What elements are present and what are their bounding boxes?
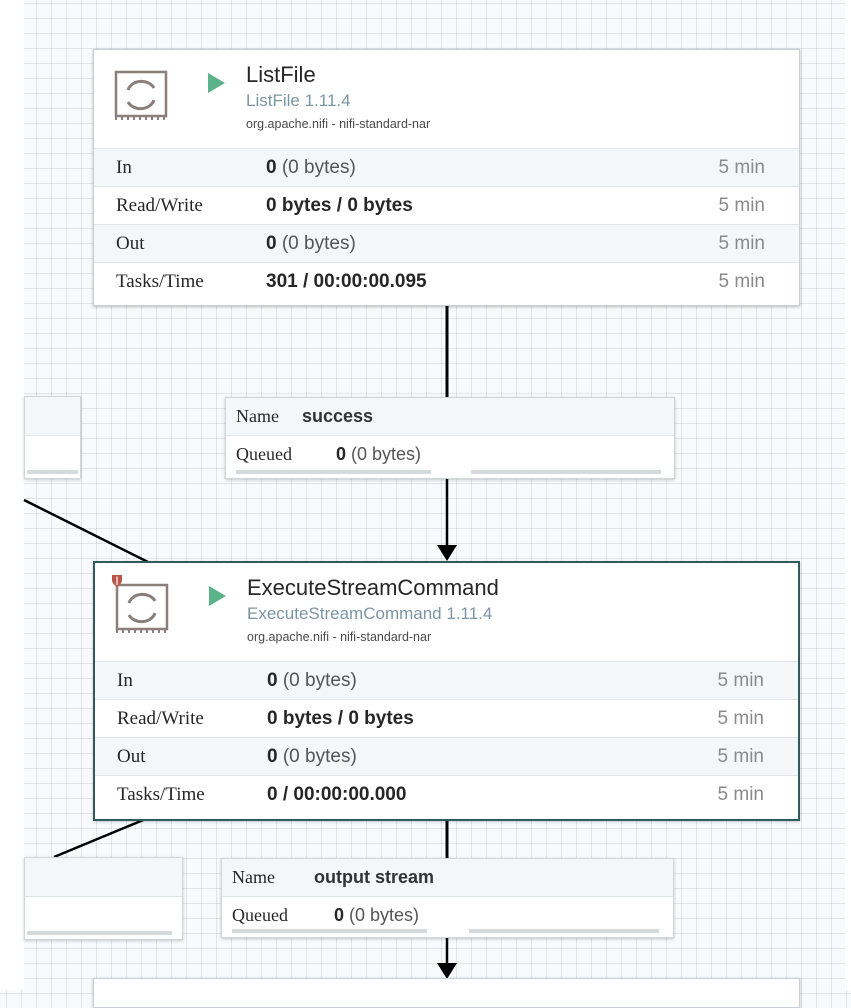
processor-type: ExecuteStreamCommand 1.11.4 bbox=[247, 604, 493, 623]
queue-progress-right bbox=[471, 470, 661, 474]
stat-row-tasks-time: Tasks/Time 0 / 00:00:00.000 5 min bbox=[95, 775, 798, 813]
stat-window: 5 min bbox=[718, 195, 765, 216]
stat-label: In bbox=[117, 670, 133, 691]
stat-value: 0 (0 bytes) bbox=[266, 157, 356, 178]
connection-queued-row: Queued 0 (0 bytes) bbox=[226, 436, 674, 473]
stat-value: 0 bytes / 0 bytes bbox=[267, 708, 414, 729]
stat-row-read-write: Read/Write 0 bytes / 0 bytes 5 min bbox=[94, 186, 799, 224]
stat-row-out: Out 0 (0 bytes) 5 min bbox=[94, 224, 799, 262]
connection-label-output-stream[interactable]: Name output stream Queued 0 (0 bytes) bbox=[221, 858, 674, 938]
processor-name: ListFile bbox=[246, 62, 316, 87]
offscreen-connection-label-upper[interactable] bbox=[24, 396, 81, 479]
stat-label: Tasks/Time bbox=[117, 784, 205, 805]
offscreen-connection-label-lower[interactable] bbox=[24, 857, 183, 940]
queue-progress-left bbox=[232, 929, 427, 933]
connection-name: success bbox=[302, 406, 374, 426]
stat-label: Out bbox=[116, 233, 145, 254]
connection-label-success[interactable]: Name success Queued 0 (0 bytes) bbox=[225, 397, 675, 479]
stat-label: Read/Write bbox=[116, 195, 203, 216]
connection-name-row: Name success bbox=[226, 398, 674, 436]
stat-window: 5 min bbox=[718, 271, 765, 292]
processor-name: ExecuteStreamCommand bbox=[247, 575, 499, 600]
arrowhead-success bbox=[437, 545, 457, 561]
processor-listfile[interactable]: ListFile ListFile 1.11.4 org.apache.nifi… bbox=[93, 49, 800, 306]
stat-row-read-write: Read/Write 0 bytes / 0 bytes 5 min bbox=[95, 699, 798, 737]
processor-icon bbox=[114, 70, 168, 120]
queue-progress-right bbox=[469, 929, 659, 933]
stat-value: 0 bytes / 0 bytes bbox=[266, 195, 413, 216]
processor-bundle: org.apache.nifi - nifi-standard-nar bbox=[247, 630, 432, 644]
stat-window: 5 min bbox=[718, 233, 765, 254]
play-icon bbox=[209, 586, 226, 606]
stat-label: In bbox=[116, 157, 132, 178]
edge-left-outgoing bbox=[53, 816, 149, 859]
connection-queued-key: Queued bbox=[236, 444, 292, 464]
stat-window: 5 min bbox=[718, 157, 765, 178]
play-icon bbox=[208, 73, 225, 93]
connection-name-row: Name output stream bbox=[222, 859, 673, 897]
stat-label: Read/Write bbox=[117, 708, 204, 729]
processor-bundle: org.apache.nifi - nifi-standard-nar bbox=[246, 117, 431, 131]
canvas-left-margin bbox=[0, 0, 24, 990]
processor-next-partial[interactable] bbox=[93, 978, 800, 1008]
stat-value: 0 / 00:00:00.000 bbox=[267, 784, 407, 805]
stat-window: 5 min bbox=[717, 784, 764, 805]
stat-window: 5 min bbox=[717, 708, 764, 729]
restricted-shield-icon bbox=[112, 575, 122, 587]
stat-row-in: In 0 (0 bytes) 5 min bbox=[94, 148, 799, 186]
processor-executestreamcommand[interactable]: ExecuteStreamCommand ExecuteStreamComman… bbox=[93, 561, 800, 821]
arrowhead-output bbox=[437, 963, 457, 979]
connection-name-key: Name bbox=[236, 406, 279, 426]
stat-value: 0 (0 bytes) bbox=[267, 670, 357, 691]
queue-progress-left bbox=[236, 470, 431, 474]
connection-queued-value: 0 (0 bytes) bbox=[336, 444, 422, 464]
stat-value: 301 / 00:00:00.095 bbox=[266, 271, 427, 292]
connection-name: output stream bbox=[314, 867, 435, 887]
stat-value: 0 (0 bytes) bbox=[266, 233, 356, 254]
stat-label: Tasks/Time bbox=[116, 271, 204, 292]
stat-window: 5 min bbox=[717, 746, 764, 767]
canvas-right-margin bbox=[845, 0, 851, 990]
stat-row-tasks-time: Tasks/Time 301 / 00:00:00.095 5 min bbox=[94, 262, 799, 300]
stat-row-in: In 0 (0 bytes) 5 min bbox=[95, 661, 798, 699]
processor-icon bbox=[115, 583, 169, 633]
processor-type: ListFile 1.11.4 bbox=[246, 91, 351, 110]
stat-value: 0 (0 bytes) bbox=[267, 746, 357, 767]
stat-row-out: Out 0 (0 bytes) 5 min bbox=[95, 737, 798, 775]
stat-window: 5 min bbox=[717, 670, 764, 691]
connection-name-key: Name bbox=[232, 867, 275, 887]
stat-label: Out bbox=[117, 746, 146, 767]
edge-left-incoming bbox=[23, 498, 149, 564]
